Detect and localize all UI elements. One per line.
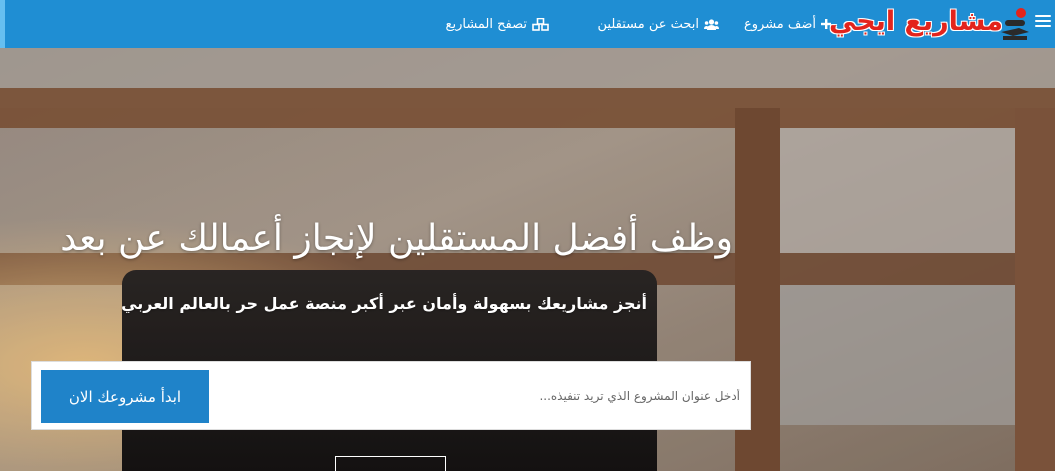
top-navbar: مشاريع ايجي أضف مشروع ابحث عن مستقلين تص… [0, 0, 1055, 48]
hero-title: وظف أفضل المستقلين لإنجاز أعمالك عن بعد [60, 218, 733, 259]
hero-section: وظف أفضل المستقلين لإنجاز أعمالك عن بعد … [0, 48, 1055, 471]
nav-browse-projects[interactable]: تصفح المشاريع [446, 0, 549, 48]
logo-text: مشاريع ايجي [828, 6, 1004, 37]
hero-subtitle: أنجز مشاريعك بسهولة وأمان عبر أكبر منصة … [121, 294, 647, 313]
project-search-form: ابدأ مشروعك الان [31, 361, 751, 430]
nav-find-freelancers-label: ابحث عن مستقلين [597, 16, 700, 32]
menu-icon[interactable] [1035, 15, 1051, 29]
nav-add-project[interactable]: أضف مشروع [744, 0, 831, 48]
outline-button[interactable] [335, 456, 446, 471]
start-project-button[interactable]: ابدأ مشروعك الان [41, 370, 209, 423]
plus-icon [821, 19, 831, 29]
cubes-icon [532, 17, 549, 31]
nav-browse-projects-label: تصفح المشاريع [445, 16, 527, 32]
users-icon [704, 18, 719, 30]
site-logo[interactable]: مشاريع ايجي [813, 2, 1033, 48]
logo-hand-icon [1001, 8, 1029, 40]
project-title-input[interactable] [210, 372, 740, 419]
nav-find-freelancers[interactable]: ابحث عن مستقلين [597, 0, 719, 48]
nav-add-project-label: أضف مشروع [743, 16, 816, 32]
